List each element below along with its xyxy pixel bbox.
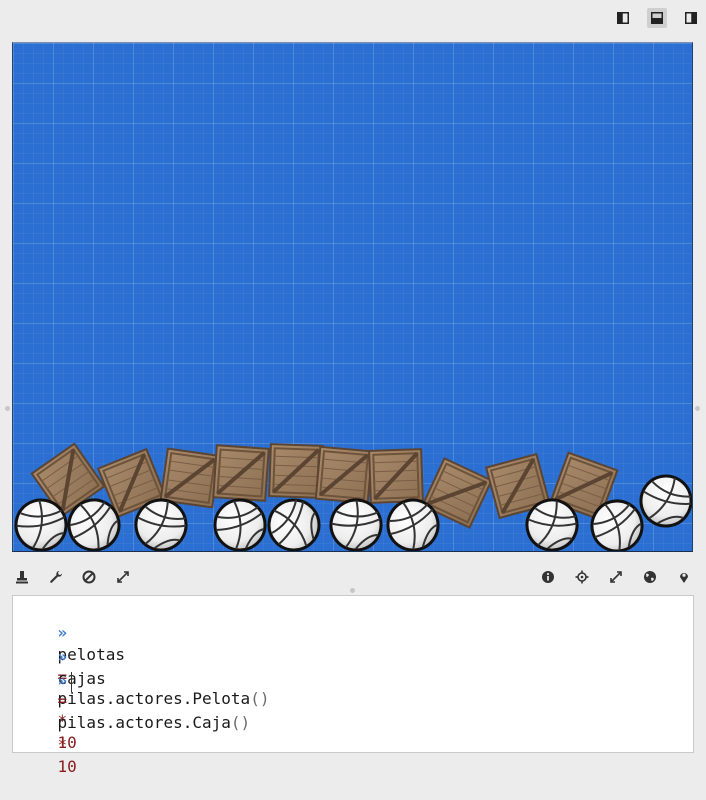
resize-button[interactable] bbox=[607, 568, 625, 586]
crate-4[interactable] bbox=[211, 443, 271, 503]
info-button[interactable] bbox=[539, 568, 557, 586]
map-pin-button[interactable] bbox=[675, 568, 693, 586]
map-pin-icon bbox=[680, 573, 688, 583]
console-line: » pelotas = pilas.actores.Pelota() * 10 bbox=[19, 600, 270, 752]
crosshair-button[interactable] bbox=[573, 568, 591, 586]
layout-left-panel-icon bbox=[617, 12, 629, 24]
crate-3[interactable] bbox=[158, 446, 222, 510]
stamp-button[interactable] bbox=[13, 568, 31, 586]
stop-button[interactable] bbox=[80, 568, 98, 586]
game-canvas[interactable] bbox=[12, 42, 693, 552]
resize-icon bbox=[610, 571, 622, 583]
console-prompt: » bbox=[57, 671, 68, 690]
wrench-icon bbox=[50, 570, 63, 583]
stamp-icon bbox=[16, 571, 28, 584]
layout-right-panel-icon bbox=[685, 12, 697, 24]
code-parens: () bbox=[230, 713, 251, 732]
crate-7[interactable] bbox=[369, 449, 423, 503]
console-input-line[interactable]: » bbox=[19, 648, 73, 692]
layout-bottom-button[interactable] bbox=[647, 8, 667, 28]
bottom-splitter-handle[interactable] bbox=[350, 588, 355, 593]
console-line: » cajas = pilas.actores.Caja() * 10 bbox=[19, 624, 251, 776]
globe-button[interactable] bbox=[641, 568, 659, 586]
layout-left-button[interactable] bbox=[613, 8, 633, 28]
settings-button[interactable] bbox=[47, 568, 65, 586]
crosshair-icon bbox=[575, 570, 589, 584]
block-icon bbox=[82, 570, 96, 584]
code-expression: pilas.actores.Pelota bbox=[57, 689, 251, 708]
info-icon bbox=[542, 571, 554, 583]
layout-bottom-panel-icon bbox=[651, 12, 663, 24]
code-expression: pilas.actores.Caja bbox=[57, 713, 231, 732]
expand-button[interactable] bbox=[114, 568, 132, 586]
code-number: 10 bbox=[57, 757, 77, 776]
volleyball-4[interactable] bbox=[213, 498, 267, 551]
code-operator: * bbox=[57, 735, 68, 754]
right-splitter-handle[interactable] bbox=[695, 406, 700, 411]
left-splitter-handle[interactable] bbox=[5, 406, 10, 411]
physics-scene bbox=[13, 441, 692, 551]
expand-icon bbox=[117, 571, 129, 583]
crate-6[interactable] bbox=[313, 444, 375, 506]
code-operator: = bbox=[57, 691, 68, 710]
layout-right-button[interactable] bbox=[681, 8, 701, 28]
python-console[interactable]: » pelotas = pilas.actores.Pelota() * 10 … bbox=[12, 595, 694, 776]
text-cursor bbox=[71, 671, 73, 692]
crate-5[interactable] bbox=[269, 444, 323, 498]
globe-icon bbox=[644, 571, 656, 583]
code-parens: () bbox=[250, 689, 270, 708]
